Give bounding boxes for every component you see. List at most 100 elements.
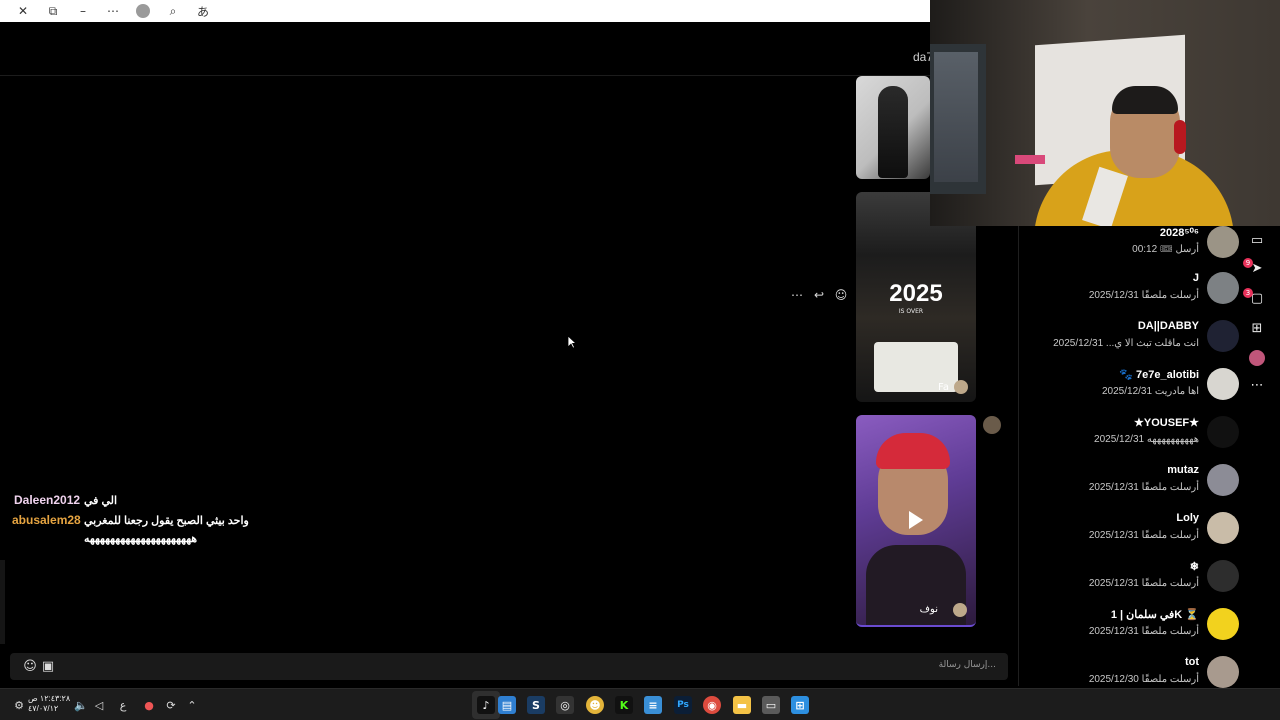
- date-text: ٤٧/٠٧/١٢: [28, 704, 59, 713]
- conversation-name: DA||DABBY: [1137, 320, 1199, 332]
- conversation-preview: ههههههههههه 2025/12/31: [1094, 434, 1199, 445]
- header-divider: [0, 75, 930, 76]
- avatar: [1207, 320, 1239, 352]
- volume-icon[interactable]: 🔈: [74, 698, 88, 712]
- author-avatar: [953, 603, 967, 617]
- avatar: [1207, 226, 1239, 258]
- monitor-screen: [934, 52, 978, 182]
- conversation-item[interactable]: Loly أرسلت ملصقًا 2025/12/31: [1019, 512, 1239, 558]
- scrollbar[interactable]: [0, 560, 5, 644]
- streamer-cap: [1112, 86, 1178, 114]
- avatar: [1207, 272, 1239, 304]
- video-author-label: Fa: [938, 382, 949, 393]
- search-icon[interactable]: ⌕: [158, 0, 188, 22]
- video-subline: IS OVER: [898, 308, 924, 315]
- conversation-item[interactable]: ★YOUSEF★ ههههههههههه 2025/12/31: [1019, 416, 1239, 462]
- conversation-name: tot: [1184, 656, 1199, 668]
- react-icon[interactable]: ☺: [834, 288, 848, 302]
- add-icon[interactable]: ⊞: [1249, 320, 1265, 336]
- kick-icon[interactable]: K: [615, 696, 633, 714]
- clock[interactable]: ١٢:٤٣:٢٨ ص ٤٧/٠٧/١٢: [28, 694, 70, 714]
- avatar: [1207, 512, 1239, 544]
- sync-icon[interactable]: ⟳: [164, 698, 178, 712]
- message-username[interactable]: abusalem28: [12, 513, 81, 527]
- more-icon[interactable]: ⋯: [790, 288, 804, 302]
- video-thumbnail-hair: [876, 433, 950, 469]
- conversation-preview: أرسلت ملصقًا 2025/12/31: [1088, 530, 1199, 541]
- conversation-item[interactable]: في سلمان | 1K ⏳ أرسلت ملصقًا 2025/12/31: [1019, 608, 1239, 654]
- avatar: [1207, 464, 1239, 496]
- microphone-icon[interactable]: ●: [142, 698, 156, 712]
- avatar: [136, 4, 150, 18]
- conversation-preview: أرسل 🎟 00:12: [1132, 244, 1199, 255]
- image-icon[interactable]: ▣: [40, 658, 56, 674]
- taskbar: ⚙ ١٢:٤٣:٢٨ ص ٤٧/٠٧/١٢ 🔈 ◁ ع ● ⟳ ⌃ ♪ ▤ S …: [0, 688, 1280, 720]
- author-avatar: [954, 380, 968, 394]
- notepad-icon[interactable]: ≡: [644, 696, 662, 714]
- window-titlebar: ✕ ⧉ – ⋯ ⌕ あ: [0, 0, 930, 22]
- time-text: ١٢:٤٣:٢٨ ص: [28, 694, 71, 703]
- conversation-preview: انت ماقلت تبث الا ي... 2025/12/31: [1053, 338, 1199, 349]
- message-username[interactable]: Daleen2012: [14, 493, 80, 507]
- reaction-avatar: [983, 416, 1001, 434]
- conversation-item[interactable]: J أرسلت ملصقًا 2025/12/31: [1019, 272, 1239, 318]
- restore-icon[interactable]: ⧉: [38, 0, 68, 22]
- speaker-icon[interactable]: ◁: [92, 698, 106, 712]
- avatar: [1207, 416, 1239, 448]
- conversation-preview: أرسلت ملصقًا 2025/12/31: [1088, 578, 1199, 589]
- windows-start-icon[interactable]: ⊞: [791, 696, 809, 714]
- profile-avatar[interactable]: [1249, 350, 1265, 366]
- steam-icon[interactable]: S: [527, 696, 545, 714]
- discord-icon[interactable]: ☻: [586, 696, 604, 714]
- settings-icon[interactable]: ⚙: [12, 698, 26, 712]
- conversation-item[interactable]: ❄ أرسلت ملصقًا 2025/12/31: [1019, 560, 1239, 606]
- avatar: [1207, 656, 1239, 688]
- conversation-item[interactable]: 🐾 7e7e_alotibi اها مادريت 2025/12/31: [1019, 368, 1239, 414]
- minimize-icon[interactable]: –: [68, 0, 98, 22]
- conversation-item[interactable]: 2028⁵⁰⁶ أرسل 🎟 00:12: [1019, 226, 1239, 272]
- more-icon[interactable]: ⋯: [98, 0, 128, 22]
- emoji-icon[interactable]: ☺: [22, 658, 38, 674]
- tiktok-icon[interactable]: ♪: [477, 696, 495, 714]
- obs-icon[interactable]: ◎: [556, 696, 574, 714]
- message-input-placeholder[interactable]: إرسال رسالة...: [939, 660, 996, 670]
- chrome-icon[interactable]: ◉: [703, 696, 721, 714]
- close-icon[interactable]: ✕: [8, 0, 38, 22]
- chevron-up-icon[interactable]: ⌃: [185, 698, 199, 712]
- message-text: واحد بيثي الصبح يقول رجعنا للمغربي: [84, 515, 249, 527]
- conversation-name: ★YOUSEF★: [1134, 417, 1199, 429]
- message-composer[interactable]: ☺ ▣ إرسال رسالة...: [10, 653, 1008, 680]
- language-indicator[interactable]: ع: [116, 698, 130, 712]
- video-thumbnail: [866, 545, 966, 625]
- shared-video-card[interactable]: نوف: [856, 415, 976, 627]
- message-text: الي في: [84, 495, 118, 507]
- files-icon[interactable]: ▤: [498, 696, 516, 714]
- conversation-preview: أرسلت ملصقًا 2025/12/30: [1088, 674, 1199, 685]
- video-headline: 2025: [889, 280, 943, 307]
- conversation-name: mutaz: [1167, 464, 1199, 476]
- conversation-item[interactable]: DA||DABBY انت ماقلت تبث الا ي... 2025/12…: [1019, 320, 1239, 366]
- reply-icon[interactable]: ↩: [812, 288, 826, 302]
- profile-button[interactable]: [128, 0, 158, 22]
- photoshop-icon[interactable]: Ps: [674, 696, 692, 714]
- notification-badge: 9: [1243, 258, 1253, 268]
- video-thumbnail: [878, 86, 908, 178]
- translate-icon[interactable]: あ: [188, 0, 218, 22]
- window-icon[interactable]: ▭: [762, 696, 780, 714]
- conversation-item[interactable]: mutaz أرسلت ملصقًا 2025/12/31: [1019, 464, 1239, 510]
- avatar: [1207, 368, 1239, 400]
- message-text: هههههههههههههههههههههه: [84, 533, 198, 545]
- screen: ✕ ⧉ – ⋯ ⌕ あ da7 Daleen2012 الي في abusal…: [0, 0, 1280, 720]
- video-author-label: نوف: [919, 604, 938, 615]
- shared-video-card[interactable]: [856, 76, 930, 179]
- folder-icon[interactable]: ▬: [733, 696, 751, 714]
- live-icon[interactable]: ▭: [1249, 232, 1265, 248]
- notification-badge: 3: [1243, 288, 1253, 298]
- avatar: [1207, 608, 1239, 640]
- conversation-preview: اها مادريت 2025/12/31: [1101, 386, 1199, 397]
- more-icon[interactable]: ⋯: [1249, 377, 1265, 393]
- conversation-preview: أرسلت ملصقًا 2025/12/31: [1088, 290, 1199, 301]
- conversation-list: 2028⁵⁰⁶ أرسل 🎟 00:12 J أرسلت ملصقًا 2025…: [1018, 226, 1239, 688]
- webcam-overlay: [930, 0, 1280, 226]
- play-icon[interactable]: [909, 511, 923, 529]
